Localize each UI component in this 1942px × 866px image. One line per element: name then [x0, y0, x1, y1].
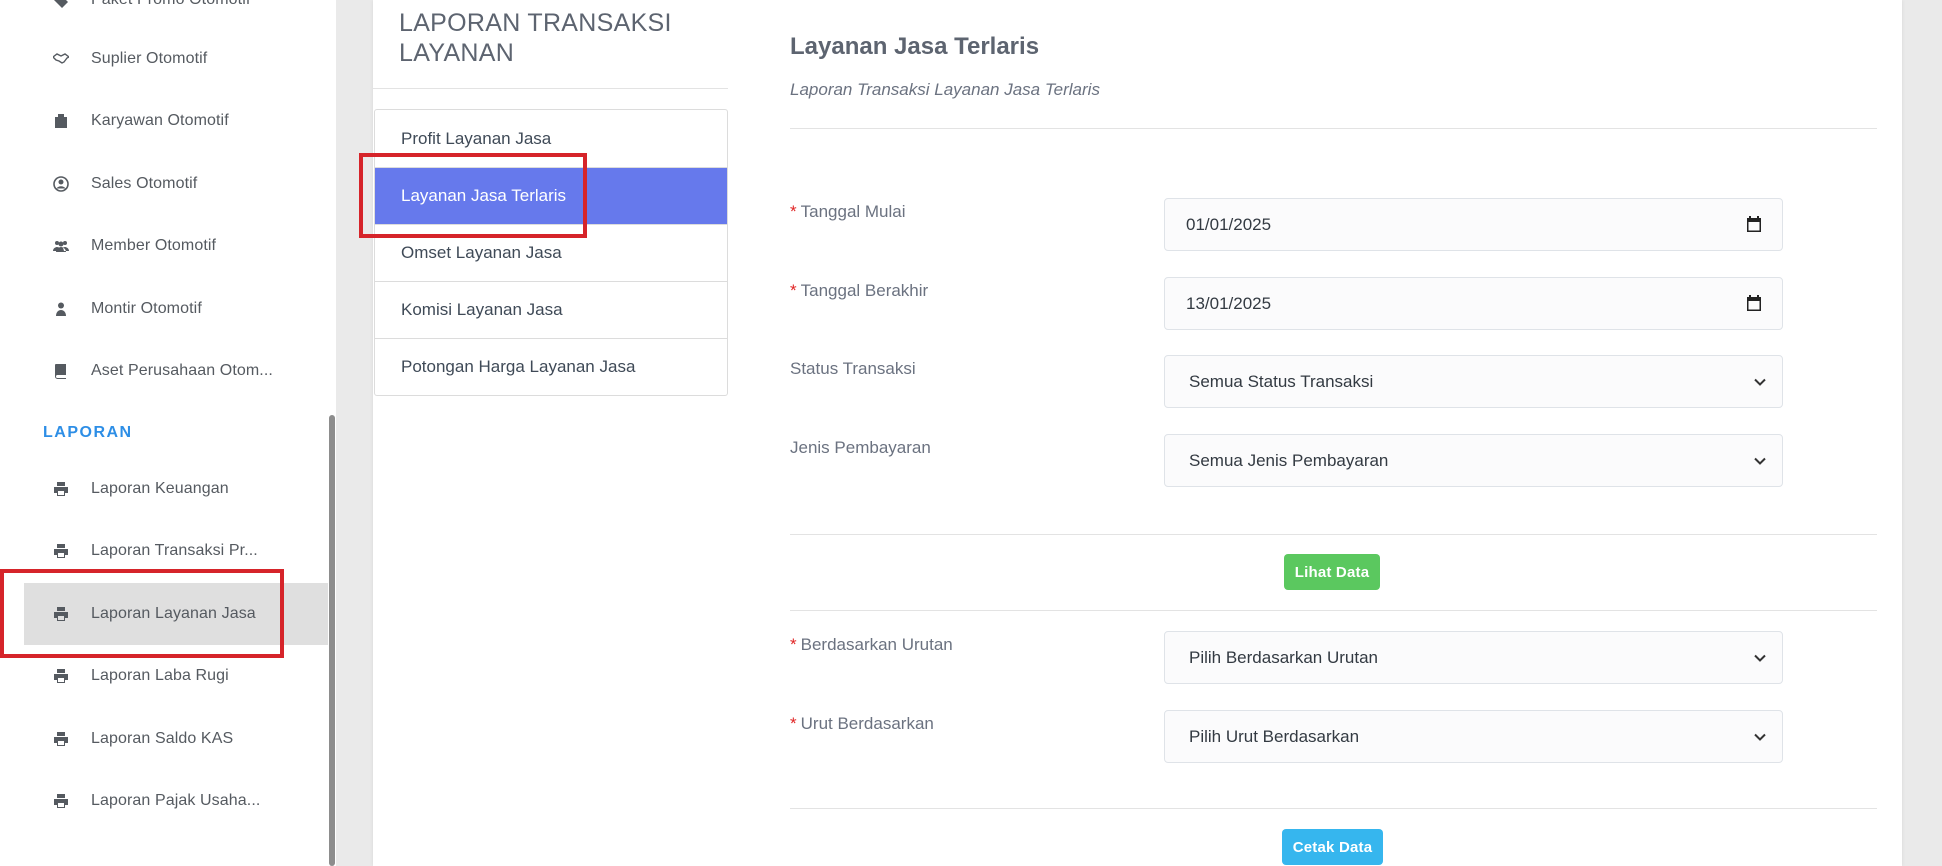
start-date-value: 01/01/2025: [1186, 214, 1272, 234]
print-icon: [51, 791, 71, 811]
divider: [790, 808, 1877, 809]
sidebar-item-montir[interactable]: Montir Otomotif: [24, 278, 328, 340]
start-date-input[interactable]: 01/01/2025: [1164, 198, 1783, 251]
end-date-value: 13/01/2025: [1186, 293, 1272, 313]
required-mark: *: [790, 202, 797, 221]
print-icon: [51, 729, 71, 749]
status-select[interactable]: Semua Status Transaksi: [1164, 355, 1783, 408]
print-icon: [51, 666, 71, 686]
sort-by-select[interactable]: Pilih Berdasarkan Urutan: [1164, 631, 1783, 684]
user-icon: [51, 299, 71, 319]
payment-select[interactable]: Semua Jenis Pembayaran: [1164, 434, 1783, 487]
sidebar-item-aset[interactable]: Aset Perusahaan Otom...: [24, 340, 328, 402]
sidebar-item-karyawan[interactable]: Karyawan Otomotif: [24, 90, 328, 152]
sidebar-item-label: Laporan Laba Rugi: [91, 667, 229, 684]
tag-icon: [51, 0, 71, 10]
chevron-down-icon: [1754, 457, 1766, 465]
sidebar-item-label: Aset Perusahaan Otom...: [91, 362, 273, 379]
sidebar-scrollbar[interactable]: [329, 415, 335, 866]
sidebar-item-laporan-keuangan[interactable]: Laporan Keuangan: [24, 458, 328, 520]
sidebar-item-laporan-pajak[interactable]: Laporan Pajak Usaha...: [24, 770, 328, 832]
end-date-input[interactable]: 13/01/2025: [1164, 277, 1783, 330]
required-mark: *: [790, 281, 797, 300]
end-date-label: * Tanggal Berakhir: [790, 281, 929, 300]
sidebar-item-label: Laporan Keuangan: [91, 480, 229, 497]
sort-by-label: * Berdasarkan Urutan: [790, 635, 953, 654]
chevron-down-icon: [1754, 378, 1766, 386]
nav-item-omset[interactable]: Omset Layanan Jasa: [375, 224, 727, 281]
form-title: Layanan Jasa Terlaris: [790, 33, 1040, 60]
users-icon: [51, 236, 71, 256]
sidebar: Paket Promo Otomotif Suplier Otomotif Ka…: [0, 0, 336, 866]
calendar-icon[interactable]: [1746, 216, 1762, 233]
sidebar-item-sales[interactable]: Sales Otomotif: [24, 153, 328, 215]
sidebar-section-laporan: LAPORAN: [43, 424, 133, 441]
report-nav-list: Profit Layanan Jasa Layanan Jasa Terlari…: [374, 109, 728, 396]
divider: [790, 610, 1877, 611]
divider: [790, 128, 1877, 129]
order-by-value: Pilih Urut Berdasarkan: [1189, 726, 1360, 746]
sidebar-item-laporan-saldo-kas[interactable]: Laporan Saldo KAS: [24, 708, 328, 770]
payment-value: Semua Jenis Pembayaran: [1189, 450, 1389, 470]
nav-item-profit[interactable]: Profit Layanan Jasa: [375, 110, 727, 167]
left-panel-title: LAPORAN TRANSAKSI LAYANAN: [399, 9, 672, 67]
required-mark: *: [790, 635, 797, 654]
sidebar-item-member[interactable]: Member Otomotif: [24, 215, 328, 277]
handshake-icon: [51, 49, 71, 69]
sidebar-item-label: Laporan Saldo KAS: [91, 730, 234, 747]
start-date-label: * Tanggal Mulai: [790, 202, 906, 221]
print-icon: [51, 604, 71, 624]
status-label: Status Transaksi: [790, 359, 916, 378]
status-value: Semua Status Transaksi: [1189, 371, 1374, 391]
sidebar-item-laporan-transaksi[interactable]: Laporan Transaksi Pr...: [24, 520, 328, 582]
payment-label: Jenis Pembayaran: [790, 438, 931, 457]
sidebar-item-label: Laporan Layanan Jasa: [91, 605, 256, 622]
sidebar-item-label: Laporan Transaksi Pr...: [91, 542, 258, 559]
sidebar-item-label: Member Otomotif: [91, 237, 217, 254]
calendar-icon[interactable]: [1746, 295, 1762, 312]
user-circle-icon: [51, 174, 71, 194]
order-by-select[interactable]: Pilih Urut Berdasarkan: [1164, 710, 1783, 763]
sidebar-item-paket-promo[interactable]: Paket Promo Otomotif: [24, 0, 328, 31]
briefcase-icon: [51, 111, 71, 131]
sidebar-item-laporan-layanan-jasa[interactable]: Laporan Layanan Jasa: [24, 583, 328, 645]
chevron-down-icon: [1754, 654, 1766, 662]
sidebar-item-laporan-laba-rugi[interactable]: Laporan Laba Rugi: [24, 645, 328, 707]
nav-item-komisi[interactable]: Komisi Layanan Jasa: [375, 281, 727, 338]
nav-item-potongan-harga[interactable]: Potongan Harga Layanan Jasa: [375, 338, 727, 395]
required-mark: *: [790, 714, 797, 733]
sidebar-item-suplier[interactable]: Suplier Otomotif: [24, 28, 328, 90]
order-by-label: * Urut Berdasarkan: [790, 714, 934, 733]
print-data-button[interactable]: Cetak Data: [1282, 829, 1383, 865]
book-icon: [51, 361, 71, 381]
sidebar-item-label: Laporan Pajak Usaha...: [91, 792, 261, 809]
nav-item-terlaris[interactable]: Layanan Jasa Terlaris: [375, 167, 727, 224]
chevron-down-icon: [1754, 733, 1766, 741]
divider: [790, 534, 1877, 535]
sidebar-item-label: Montir Otomotif: [91, 300, 202, 317]
sidebar-item-label: Karyawan Otomotif: [91, 112, 229, 129]
view-data-button[interactable]: Lihat Data: [1284, 554, 1380, 590]
print-icon: [51, 541, 71, 561]
sidebar-item-label: Paket Promo Otomotif: [91, 0, 250, 9]
sidebar-item-label: Suplier Otomotif: [91, 50, 208, 67]
sidebar-item-label: Sales Otomotif: [91, 175, 198, 192]
print-icon: [51, 479, 71, 499]
report-card: LAPORAN TRANSAKSI LAYANAN Profit Layanan…: [373, 0, 1902, 866]
divider: [373, 88, 728, 89]
sort-by-value: Pilih Berdasarkan Urutan: [1189, 647, 1378, 667]
form-subtitle: Laporan Transaksi Layanan Jasa Terlaris: [790, 80, 1100, 99]
